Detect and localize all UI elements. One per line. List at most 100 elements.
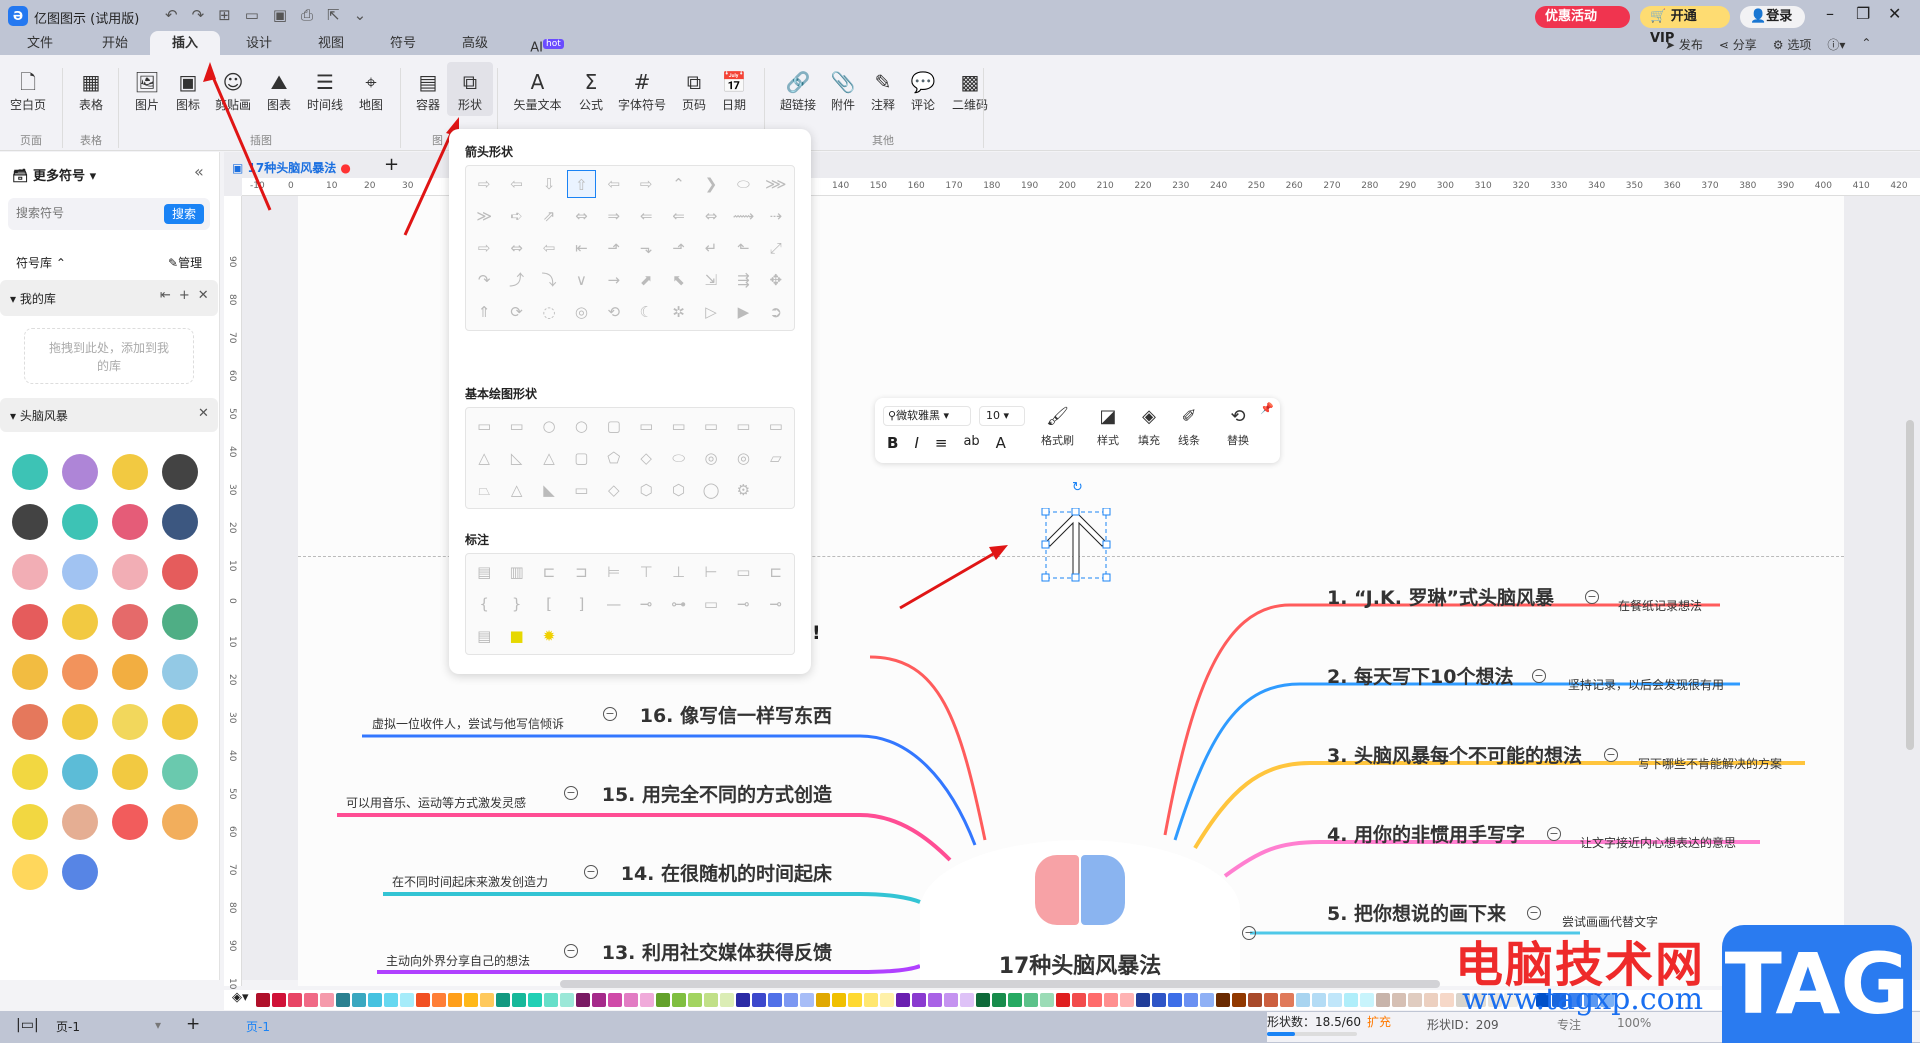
branch-note[interactable]: 可以用音乐、运动等方式激发灵感 — [346, 794, 526, 811]
shape-thumbnail[interactable]: ⬠ — [600, 444, 628, 472]
collapse-icon[interactable]: − — [1585, 590, 1599, 604]
color-swatch[interactable] — [704, 993, 718, 1007]
shape-thumbnail[interactable]: ✥ — [762, 266, 790, 294]
line-button[interactable]: ✐ 线条 — [1178, 406, 1200, 448]
shape-thumbnail[interactable]: ▥ — [502, 558, 530, 586]
page-tab[interactable]: 页-1 — [246, 1018, 270, 1035]
shape-thumbnail[interactable]: ⊥ — [664, 558, 692, 586]
shape-thumbnail[interactable]: ⊏ — [762, 558, 790, 586]
shape-thumbnail[interactable]: ⇗ — [535, 202, 563, 230]
color-swatch[interactable] — [896, 993, 910, 1007]
shape-thumbnail[interactable]: ⊢ — [697, 558, 725, 586]
shape-thumbnail[interactable]: ▭ — [762, 412, 790, 440]
shape-thumbnail[interactable]: ⊶ — [664, 590, 692, 618]
collapse-icon[interactable]: − — [564, 944, 578, 958]
shape-thumbnail[interactable]: ⤵ — [535, 266, 563, 294]
expand-link[interactable]: 扩充 — [1367, 1013, 1391, 1030]
shape-thumbnail[interactable]: ◎ — [729, 444, 757, 472]
color-swatch[interactable] — [992, 993, 1006, 1007]
shape-thumbnail[interactable]: ⤴ — [502, 266, 530, 294]
shape-thumbnail[interactable]: ≫ — [470, 202, 498, 230]
collapse-icon[interactable]: − — [1604, 748, 1618, 762]
color-swatch[interactable] — [432, 993, 446, 1007]
shape-thumbnail[interactable]: ⇒ — [600, 202, 628, 230]
shape-thumbnail[interactable]: ⟲ — [600, 298, 628, 326]
add-page-button[interactable]: + — [186, 1014, 200, 1034]
shape-thumbnail[interactable]: ⇦ — [502, 170, 530, 198]
color-swatch[interactable] — [352, 993, 366, 1007]
color-swatch[interactable] — [720, 993, 734, 1007]
shape-thumbnail[interactable]: ▱ — [762, 444, 790, 472]
shape-thumbnail[interactable]: △ — [535, 444, 563, 472]
color-swatch[interactable] — [1312, 993, 1326, 1007]
color-swatch[interactable] — [1200, 993, 1214, 1007]
color-swatch[interactable] — [624, 993, 638, 1007]
shape-thumbnail[interactable]: ⇨ — [632, 170, 660, 198]
color-swatch[interactable] — [304, 993, 318, 1007]
color-swatch[interactable] — [1280, 993, 1294, 1007]
shape-thumbnail[interactable]: ⊐ — [567, 558, 595, 586]
font-color-button[interactable]: A — [996, 434, 1006, 452]
italic-button[interactable]: I — [914, 434, 918, 452]
color-swatch[interactable] — [1216, 993, 1230, 1007]
shape-thumbnail[interactable]: △ — [502, 476, 530, 504]
color-swatch[interactable] — [320, 993, 334, 1007]
color-swatch[interactable] — [1152, 993, 1166, 1007]
shape-thumbnail[interactable]: [ — [535, 590, 563, 618]
shape-thumbnail[interactable]: ■ — [502, 622, 530, 650]
color-swatch[interactable] — [688, 993, 702, 1007]
color-swatch[interactable] — [528, 993, 542, 1007]
color-swatch[interactable] — [1248, 993, 1262, 1007]
color-swatch[interactable] — [416, 993, 430, 1007]
branch-note[interactable]: 主动向外界分享自己的想法 — [386, 952, 530, 969]
shape-thumbnail[interactable]: ↵ — [697, 234, 725, 262]
shape-thumbnail[interactable]: ▤ — [470, 622, 498, 650]
shape-thumbnail[interactable]: ▭ — [697, 590, 725, 618]
color-swatch[interactable] — [784, 993, 798, 1007]
color-swatch[interactable] — [1120, 993, 1134, 1007]
shape-thumbnail[interactable]: ⬉ — [664, 266, 692, 294]
color-swatch[interactable] — [480, 993, 494, 1007]
collapse-icon[interactable]: − — [1527, 906, 1541, 920]
shape-thumbnail[interactable]: ▭ — [632, 412, 660, 440]
bold-button[interactable]: B — [887, 434, 898, 452]
color-swatch[interactable] — [1440, 993, 1454, 1007]
color-swatch[interactable] — [944, 993, 958, 1007]
color-swatch[interactable] — [1424, 993, 1438, 1007]
shape-thumbnail[interactable]: ⇶ — [729, 266, 757, 294]
branch-note[interactable]: 写下哪些不肯能解决的方案 — [1638, 755, 1782, 772]
branch-note[interactable]: 让文字接近内心想表达的意思 — [1580, 834, 1736, 851]
shape-thumbnail[interactable]: ∨ — [567, 266, 595, 294]
shape-thumbnail[interactable]: ⚙ — [729, 476, 757, 504]
shape-thumbnail[interactable]: ➲ — [762, 298, 790, 326]
color-swatch[interactable] — [1168, 993, 1182, 1007]
rotate-handle-icon[interactable]: ↻ — [1072, 480, 1083, 495]
color-swatch[interactable] — [1392, 993, 1406, 1007]
font-size-select[interactable]: 10 ▾ — [979, 406, 1025, 426]
color-swatch[interactable] — [1296, 993, 1310, 1007]
shape-thumbnail[interactable]: ⇩ — [535, 170, 563, 198]
color-swatch[interactable] — [800, 993, 814, 1007]
color-swatch[interactable] — [864, 993, 878, 1007]
shape-thumbnail[interactable]: ] — [567, 590, 595, 618]
color-swatch[interactable] — [544, 993, 558, 1007]
branch-note[interactable]: 坚持记录，以后会发现很有用 — [1568, 676, 1724, 693]
shape-thumbnail[interactable]: ⊸ — [632, 590, 660, 618]
shape-thumbnail[interactable]: ⬭ — [729, 170, 757, 198]
color-swatch[interactable] — [1072, 993, 1086, 1007]
color-swatch[interactable] — [368, 993, 382, 1007]
shape-thumbnail[interactable]: ▭ — [729, 412, 757, 440]
branch-note[interactable]: 虚拟一位收件人，尝试与他写信倾诉 — [372, 715, 564, 732]
shape-thumbnail[interactable]: ❯ — [697, 170, 725, 198]
color-swatch[interactable] — [816, 993, 830, 1007]
color-swatch[interactable] — [1056, 993, 1070, 1007]
shape-thumbnail[interactable]: ▢ — [567, 444, 595, 472]
branch-topic[interactable]: 1. “J.K. 罗琳”式头脑风暴 — [1327, 583, 1554, 610]
shape-thumbnail[interactable]: ▶ — [729, 298, 757, 326]
color-swatch[interactable] — [1008, 993, 1022, 1007]
shape-thumbnail[interactable]: ◣ — [535, 476, 563, 504]
color-swatch[interactable] — [592, 993, 606, 1007]
color-swatch[interactable] — [1136, 993, 1150, 1007]
align-icon[interactable]: ≡ — [935, 434, 948, 452]
shape-thumbnail[interactable]: ⬈ — [632, 266, 660, 294]
